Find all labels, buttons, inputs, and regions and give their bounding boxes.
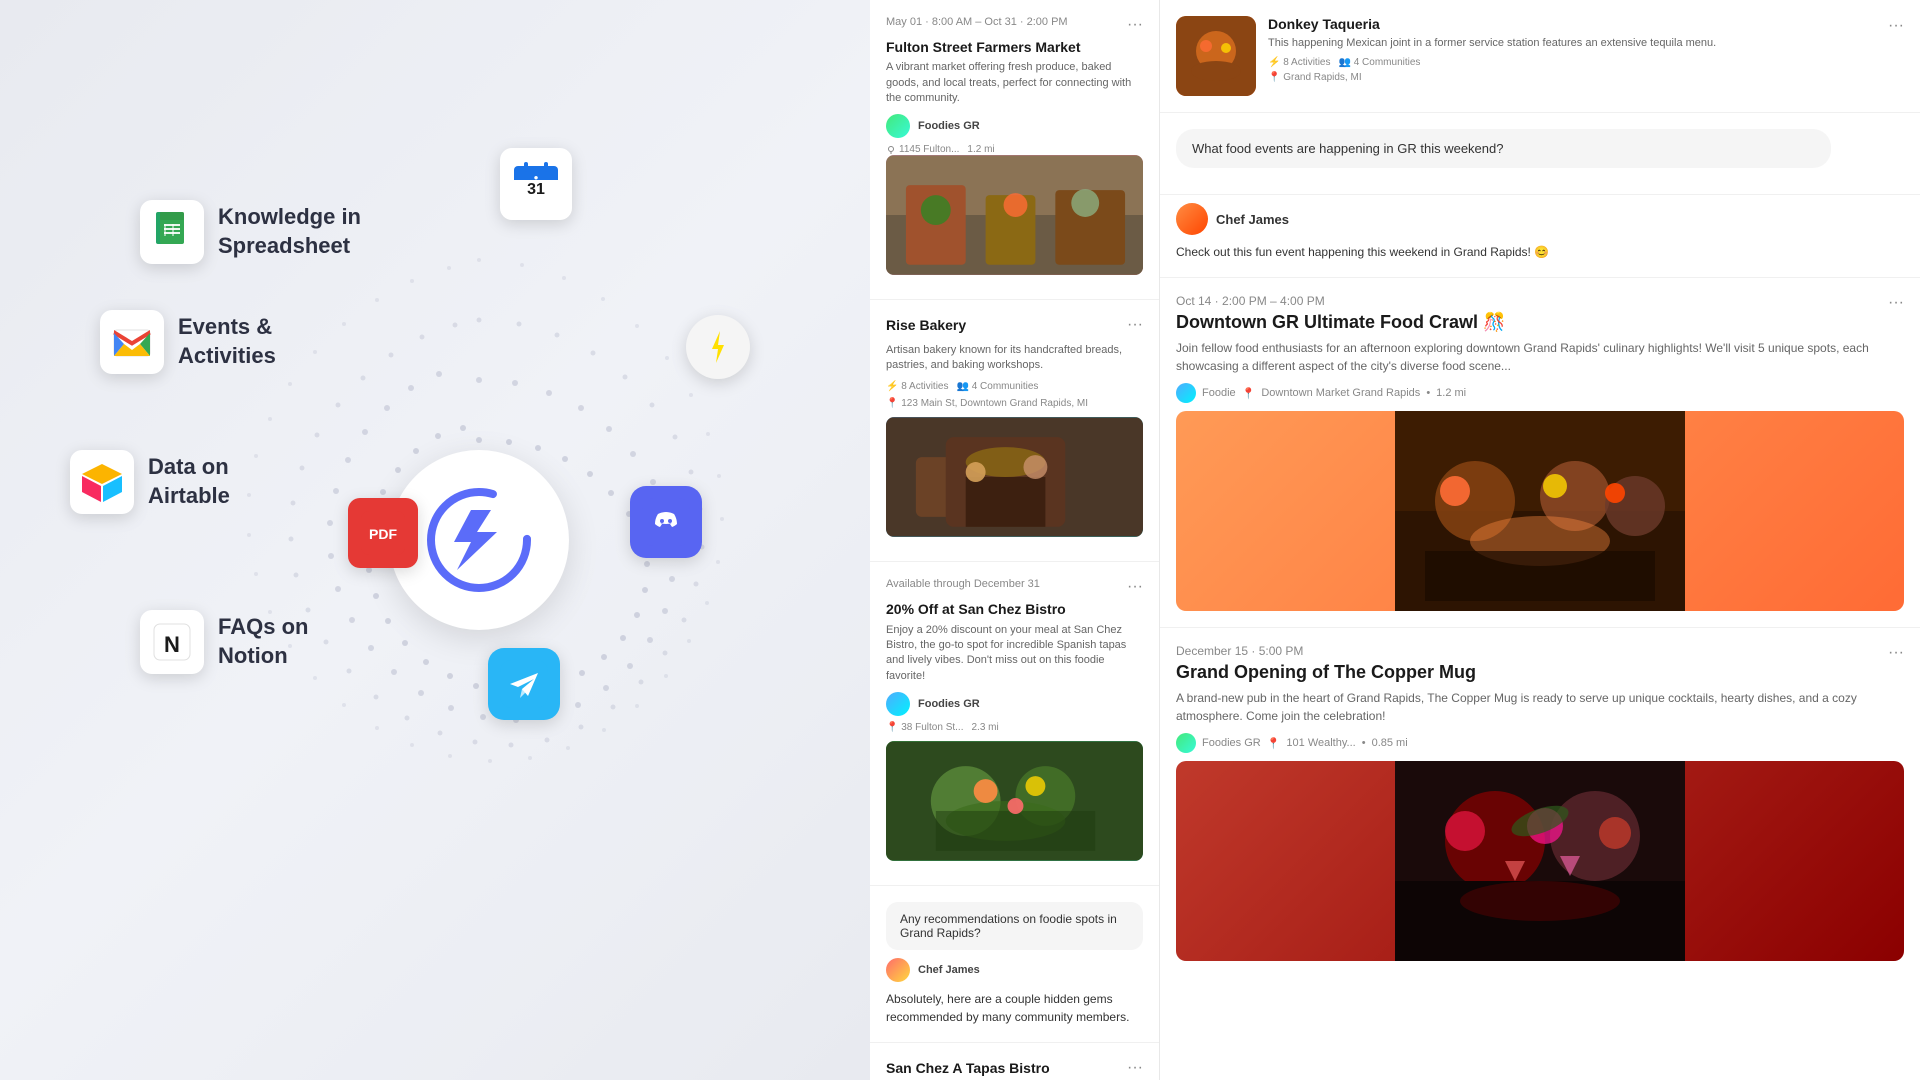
farmers-market-title: Fulton Street Farmers Market bbox=[886, 38, 1143, 56]
donkey-taqueria-image bbox=[1176, 16, 1256, 96]
rise-bakery-more[interactable]: ··· bbox=[1127, 316, 1143, 334]
donkey-taqueria-title: Donkey Taqueria bbox=[1268, 16, 1380, 32]
discord-icon-float bbox=[630, 486, 702, 558]
copper-mug-location: 101 Wealthy... bbox=[1286, 737, 1355, 749]
downtown-crawl-section: Oct 14 · 2:00 PM – 4:00 PM ··· Downtown … bbox=[1160, 278, 1920, 628]
airtable-label: Data on Airtable bbox=[148, 453, 230, 510]
san-chez-avatar bbox=[886, 692, 910, 716]
chef-james-response-text: Check out this fun event happening this … bbox=[1176, 243, 1904, 261]
copper-mug-image bbox=[1176, 761, 1904, 961]
downtown-crawl-avatar bbox=[1176, 383, 1196, 403]
farmers-market-date: May 01 · 8:00 AM – Oct 31 · 2:00 PM bbox=[886, 16, 1068, 28]
integration-airtable: Data on Airtable bbox=[70, 450, 230, 514]
gmail-icon bbox=[100, 310, 164, 374]
san-chez-image bbox=[886, 741, 1143, 861]
feed-item-farmers-market: May 01 · 8:00 AM – Oct 31 · 2:00 PM ··· … bbox=[870, 0, 1159, 300]
rise-bakery-activities: ⚡ 8 Activities bbox=[886, 381, 948, 392]
copper-mug-author: Foodies GR bbox=[1202, 737, 1261, 749]
chef-james-sender-name: Chef James bbox=[1216, 212, 1289, 227]
chef-james-avatar bbox=[886, 958, 910, 982]
copper-mug-section: December 15 · 5:00 PM ··· Grand Opening … bbox=[1160, 628, 1920, 977]
feed-item-san-chez-tapas: San Chez A Tapas Bistro ··· Breezy tapas… bbox=[870, 1043, 1159, 1080]
integration-notion: N FAQs on Notion bbox=[140, 610, 308, 674]
donkey-taqueria-desc: This happening Mexican joint in a former… bbox=[1268, 36, 1904, 51]
spreadsheet-label: Knowledge in Spreadsheet bbox=[218, 203, 361, 260]
bolt-icon-float bbox=[686, 315, 750, 379]
donkey-activities: ⚡ 8 Activities bbox=[1268, 57, 1330, 68]
san-chez-tapas-title: San Chez A Tapas Bistro bbox=[886, 1059, 1050, 1077]
farmers-market-image bbox=[886, 155, 1143, 275]
feed-item-chat-question: Any recommendations on foodie spots in G… bbox=[870, 886, 1159, 1043]
farmers-market-author: Foodies GR bbox=[918, 120, 980, 132]
rise-bakery-desc: Artisan bakery known for its handcrafted… bbox=[886, 343, 1143, 374]
san-chez-distance: 2.3 mi bbox=[972, 722, 999, 733]
chef-james-name: Chef James bbox=[918, 964, 980, 976]
san-chez-author: Foodies GR bbox=[918, 698, 980, 710]
integration-diagram: Knowledge in Spreadsheet Events & Activi… bbox=[0, 0, 870, 1080]
feed-item-rise-bakery: Rise Bakery ··· Artisan bakery known for… bbox=[870, 300, 1159, 562]
san-chez-discount-title: 20% Off at San Chez Bistro bbox=[886, 600, 1143, 618]
rise-bakery-communities: 👥 4 Communities bbox=[956, 381, 1038, 392]
copper-mug-avatar bbox=[1176, 733, 1196, 753]
svg-text:●: ● bbox=[534, 173, 539, 182]
chat-question-bubble: Any recommendations on foodie spots in G… bbox=[886, 902, 1143, 950]
copper-mug-more[interactable]: ··· bbox=[1888, 644, 1904, 662]
copper-mug-desc: A brand-new pub in the heart of Grand Ra… bbox=[1176, 689, 1904, 725]
calendar-icon-float: 31 ● bbox=[500, 148, 572, 220]
san-chez-discount-date: Available through December 31 bbox=[886, 578, 1040, 590]
downtown-crawl-desc: Join fellow food enthusiasts for an afte… bbox=[1176, 339, 1904, 375]
telegram-icon-float bbox=[488, 648, 560, 720]
farmers-market-avatar bbox=[886, 114, 910, 138]
downtown-crawl-author: Foodie bbox=[1202, 387, 1236, 399]
rise-bakery-image bbox=[886, 417, 1143, 537]
chef-james-response: Chef James Check out this fun event happ… bbox=[1160, 195, 1920, 278]
san-chez-tapas-more[interactable]: ··· bbox=[1127, 1059, 1143, 1077]
donkey-location: 📍 Grand Rapids, MI bbox=[1268, 72, 1362, 83]
downtown-crawl-location: Downtown Market Grand Rapids bbox=[1261, 387, 1420, 399]
right-panel: May 01 · 8:00 AM – Oct 31 · 2:00 PM ··· … bbox=[870, 0, 1920, 1080]
chef-james-avatar-chat bbox=[1176, 203, 1208, 235]
events-label: Events & Activities bbox=[178, 313, 276, 370]
farmers-market-distance: 1.2 mi bbox=[967, 144, 994, 155]
integration-events: Events & Activities bbox=[100, 310, 276, 374]
pdf-icon-float: PDF bbox=[348, 498, 418, 568]
downtown-crawl-date: Oct 14 · 2:00 PM – 4:00 PM bbox=[1176, 294, 1325, 308]
donkey-taqueria-item: Donkey Taqueria ··· This happening Mexic… bbox=[1160, 0, 1920, 113]
feed-item-san-chez-discount: Available through December 31 ··· 20% Of… bbox=[870, 562, 1159, 886]
copper-mug-distance: 0.85 mi bbox=[1372, 737, 1408, 749]
integration-spreadsheet: Knowledge in Spreadsheet bbox=[140, 200, 361, 264]
downtown-crawl-title: Downtown GR Ultimate Food Crawl 🎊 bbox=[1176, 312, 1904, 333]
farmers-market-location: 1145 Fulton... bbox=[886, 144, 959, 155]
rise-bakery-title: Rise Bakery bbox=[886, 316, 966, 334]
donkey-taqueria-more[interactable]: ··· bbox=[1888, 16, 1904, 36]
downtown-crawl-more[interactable]: ··· bbox=[1888, 294, 1904, 312]
downtown-crawl-image bbox=[1176, 411, 1904, 611]
svg-text:N: N bbox=[164, 632, 180, 657]
svg-text:31: 31 bbox=[527, 181, 545, 198]
copper-mug-title: Grand Opening of The Copper Mug bbox=[1176, 662, 1904, 683]
san-chez-discount-more[interactable]: ··· bbox=[1127, 578, 1143, 596]
downtown-crawl-distance: 1.2 mi bbox=[1436, 387, 1466, 399]
notion-label: FAQs on Notion bbox=[218, 613, 308, 670]
svg-text:PDF: PDF bbox=[369, 526, 397, 542]
food-events-chat: What food events are happening in GR thi… bbox=[1160, 113, 1920, 195]
notion-icon: N bbox=[140, 610, 204, 674]
donkey-communities: 👥 4 Communities bbox=[1338, 57, 1420, 68]
food-events-question: What food events are happening in GR thi… bbox=[1176, 129, 1831, 168]
chat-column[interactable]: Donkey Taqueria ··· This happening Mexic… bbox=[1160, 0, 1920, 1080]
chat-response-text: Absolutely, here are a couple hidden gem… bbox=[886, 990, 1143, 1026]
airtable-icon bbox=[70, 450, 134, 514]
san-chez-location: 📍 38 Fulton St... bbox=[886, 722, 964, 733]
google-sheets-icon bbox=[140, 200, 204, 264]
farmers-market-more[interactable]: ··· bbox=[1127, 16, 1143, 34]
farmers-market-desc: A vibrant market offering fresh produce,… bbox=[886, 60, 1143, 106]
copper-mug-date: December 15 · 5:00 PM bbox=[1176, 644, 1303, 658]
san-chez-discount-desc: Enjoy a 20% discount on your meal at San… bbox=[886, 623, 1143, 685]
rise-bakery-location: 📍 123 Main St, Downtown Grand Rapids, MI bbox=[886, 398, 1088, 409]
feed-column[interactable]: May 01 · 8:00 AM – Oct 31 · 2:00 PM ··· … bbox=[870, 0, 1160, 1080]
